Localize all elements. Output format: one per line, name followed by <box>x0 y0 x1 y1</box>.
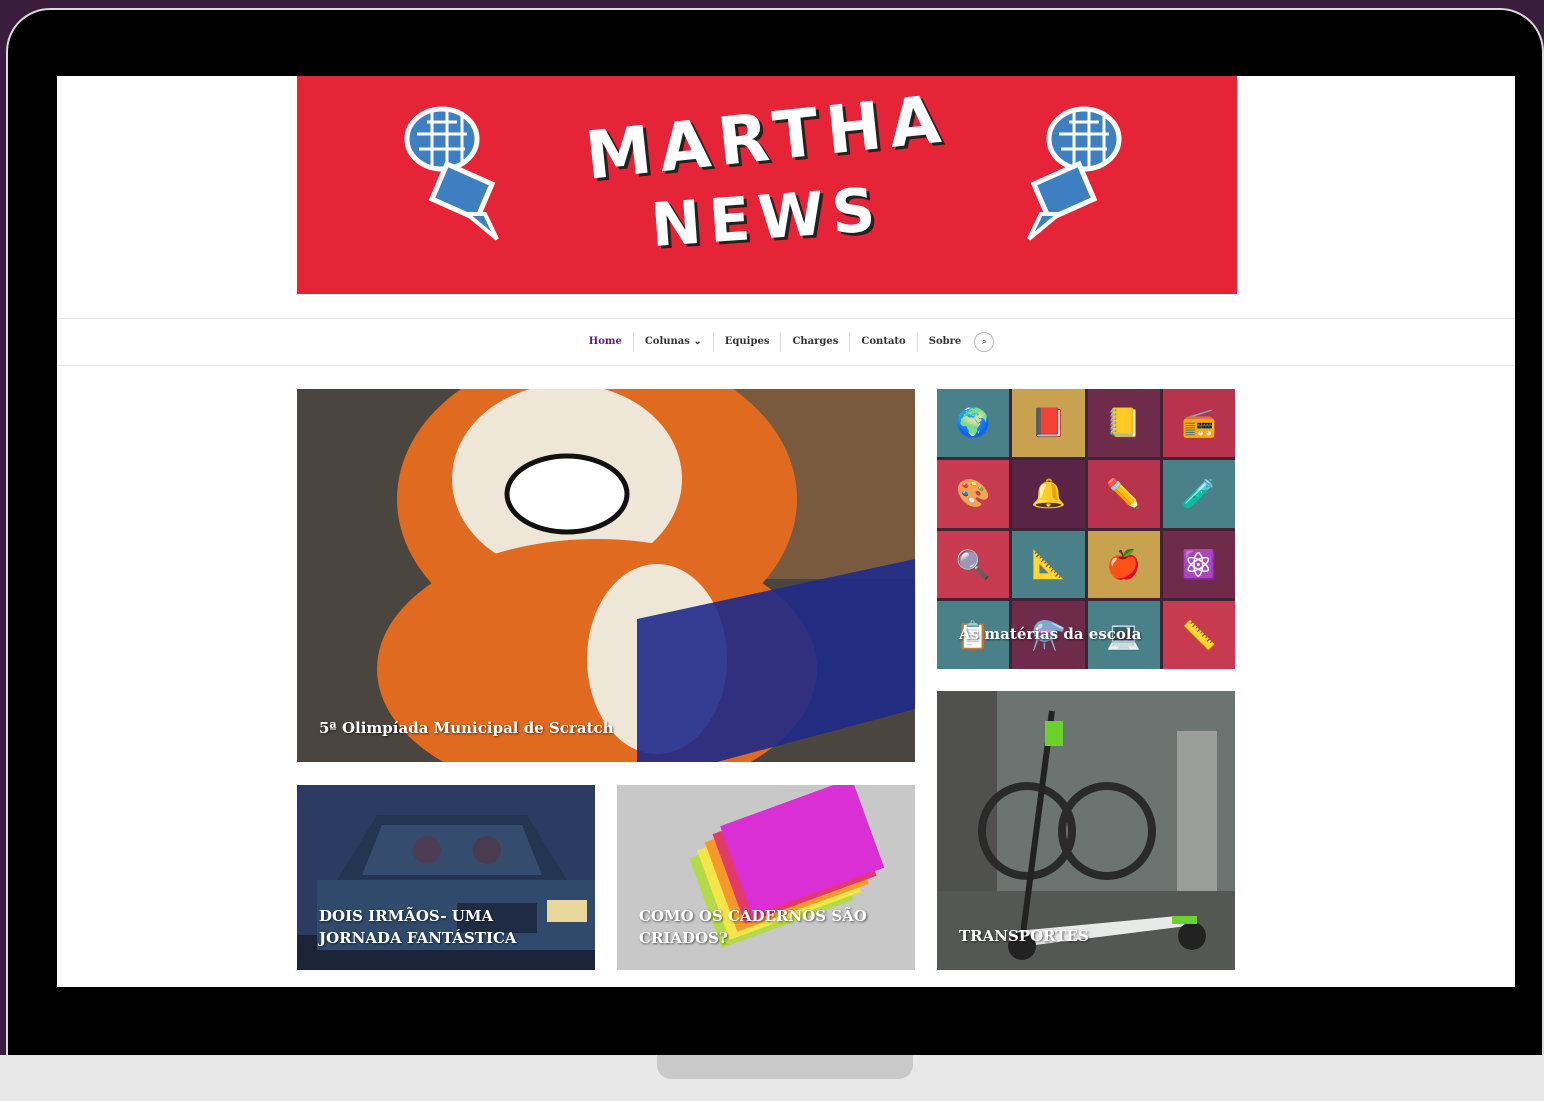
atom-icon: ⚛️ <box>1162 530 1235 599</box>
main-nav: Home Colunas ⌄ Equipes Charges Contato S… <box>57 318 1515 366</box>
nav-item-charges[interactable]: Charges <box>781 332 851 352</box>
palette-icon: 🎨 <box>937 459 1010 528</box>
microphone-icon <box>1027 106 1122 241</box>
notepad-icon: 📒 <box>1087 389 1160 457</box>
toy-image <box>297 389 915 762</box>
post-title[interactable]: As matérias da escola <box>959 623 1219 645</box>
radio-icon: 📻 <box>1162 389 1235 457</box>
post-card-transportes[interactable]: TRANSPORTES <box>937 691 1235 970</box>
nav-item-equipes[interactable]: Equipes <box>714 332 782 352</box>
post-card-materias[interactable]: 🌍 📕 📒 📻 🎨 🔔 ✏️ 🧪 🔍 📐 🍎 ⚛️ 📋 ⚗️ 💻 📏 As matérias da escol… <box>937 389 1235 669</box>
post-card-dois-irmaos[interactable]: DOIS IRMÃOS- UMA JORNADA FANTÁSTICA <box>297 785 595 970</box>
globe-icon: 🌍 <box>937 389 1010 457</box>
nav-item-sobre[interactable]: Sobre <box>918 332 973 352</box>
post-card-scratch[interactable]: 5ª Olimpíada Municipal de Scratch <box>297 389 915 762</box>
nav-item-contato[interactable]: Contato <box>850 332 918 352</box>
flask-icon: 🧪 <box>1162 459 1235 528</box>
laptop-notch <box>657 1055 913 1079</box>
compass-icon: 📐 <box>1012 530 1085 599</box>
website-screen: MARTHA NEWS Home Colunas ⌄ Equipes Charg… <box>57 76 1515 987</box>
site-logo: MARTHA NEWS <box>567 80 967 278</box>
bell-icon: 🔔 <box>1012 459 1085 528</box>
book-icon: 📕 <box>1012 389 1085 457</box>
nav-item-home[interactable]: Home <box>578 332 634 352</box>
magnifier-icon: 🔍 <box>937 530 1010 599</box>
post-title[interactable]: COMO OS CADERNOS SÃO CRIADOS? <box>639 905 899 949</box>
apple-icon: 🍎 <box>1087 530 1160 599</box>
microphone-icon <box>404 106 499 241</box>
post-title[interactable]: TRANSPORTES <box>959 925 1219 947</box>
nav-item-colunas[interactable]: Colunas ⌄ <box>634 332 714 352</box>
post-title[interactable]: DOIS IRMÃOS- UMA JORNADA FANTÁSTICA <box>319 905 539 949</box>
pencil-icon: ✏️ <box>1087 459 1160 528</box>
post-title[interactable]: 5ª Olimpíada Municipal de Scratch <box>319 717 879 739</box>
site-banner[interactable]: MARTHA NEWS <box>297 76 1237 294</box>
post-card-cadernos[interactable]: COMO OS CADERNOS SÃO CRIADOS? <box>617 785 915 970</box>
search-icon[interactable]: ⌕ <box>974 332 995 352</box>
